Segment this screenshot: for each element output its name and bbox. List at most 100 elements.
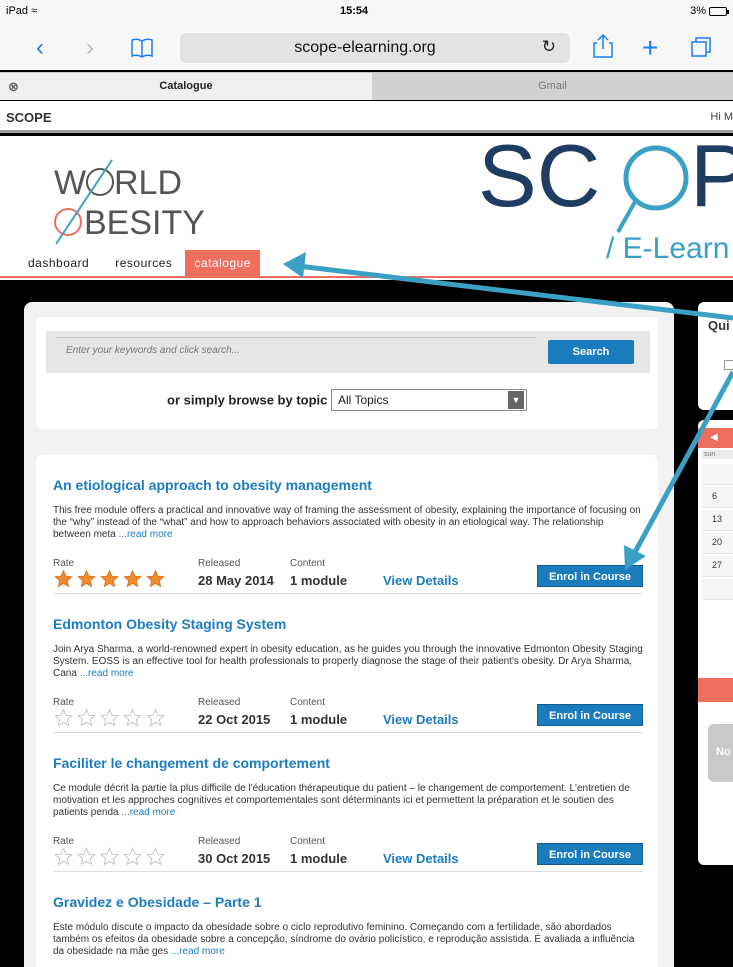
- reload-icon[interactable]: ↻: [542, 37, 556, 57]
- star-filled-icon[interactable]: [99, 569, 120, 589]
- star-empty-icon[interactable]: [122, 847, 143, 867]
- tab-gmail[interactable]: Gmail: [372, 73, 733, 100]
- enrol-button[interactable]: Enrol in Course: [537, 704, 643, 726]
- enrol-button[interactable]: Enrol in Course: [537, 843, 643, 865]
- scope-elearning-logo[interactable]: SC P / E-Learn: [478, 136, 733, 276]
- course-title[interactable]: Faciliter le changement de comportement: [53, 755, 330, 771]
- nav-catalogue[interactable]: catalogue: [185, 250, 260, 278]
- calendar-day[interactable]: 13: [702, 510, 733, 531]
- description-text: Este módulo discute o impacto da obesida…: [53, 922, 635, 957]
- content-value: 1 module: [290, 851, 348, 866]
- battery-icon: [709, 6, 729, 16]
- star-rating[interactable]: [53, 569, 166, 589]
- released-date: 28 May 2014: [198, 573, 274, 588]
- course-list: An etiological approach to obesity manag…: [36, 455, 658, 967]
- quick-links-title: Qui: [708, 318, 730, 333]
- notice-box: No: [708, 724, 733, 782]
- calendar-day-of-week: sun: [702, 450, 733, 459]
- browse-label: or simply browse by topic: [167, 392, 328, 408]
- logo-world-rest: RLD: [114, 164, 182, 202]
- forward-icon[interactable]: ›: [86, 34, 94, 62]
- enrol-button[interactable]: Enrol in Course: [537, 565, 643, 587]
- view-details-link[interactable]: View Details: [383, 573, 459, 588]
- star-empty-icon[interactable]: [76, 708, 97, 728]
- star-empty-icon[interactable]: [145, 847, 166, 867]
- logo-world-w: W: [54, 164, 86, 202]
- nav-dashboard[interactable]: dashboard: [0, 250, 102, 278]
- released-date: 30 Oct 2015: [198, 851, 271, 866]
- rate-label: Rate: [53, 697, 75, 708]
- rate-label: Rate: [53, 836, 75, 847]
- course-title[interactable]: Gravidez e Obesidade – Parte 1: [53, 894, 262, 910]
- course-item: An etiological approach to obesity manag…: [53, 455, 643, 594]
- calendar-prev-icon[interactable]: ◀: [710, 432, 718, 443]
- star-rating[interactable]: [53, 847, 166, 867]
- star-rating[interactable]: [53, 708, 166, 728]
- star-filled-icon[interactable]: [53, 569, 74, 589]
- star-empty-icon[interactable]: [53, 847, 74, 867]
- star-filled-icon[interactable]: [76, 569, 97, 589]
- calendar-day[interactable]: 27: [702, 556, 733, 577]
- star-empty-icon[interactable]: [145, 708, 166, 728]
- site-header: W RLD BESITY SC P / E-Learn dashboard re…: [0, 136, 733, 280]
- star-empty-icon[interactable]: [122, 708, 143, 728]
- content-value: 1 module: [290, 712, 348, 727]
- star-empty-icon[interactable]: [53, 708, 74, 728]
- calendar-day[interactable]: 6: [702, 487, 733, 508]
- battery: 3%: [690, 5, 729, 17]
- star-filled-icon[interactable]: [145, 569, 166, 589]
- nav-resources[interactable]: resources: [102, 250, 185, 278]
- star-empty-icon[interactable]: [99, 708, 120, 728]
- view-details-link[interactable]: View Details: [383, 712, 459, 727]
- quick-links-panel: Qui: [698, 302, 733, 410]
- tabs-icon[interactable]: [690, 35, 714, 59]
- world-obesity-logo[interactable]: W RLD BESITY: [54, 156, 204, 246]
- search-input[interactable]: [56, 337, 536, 363]
- bookmarks-icon[interactable]: [130, 37, 154, 59]
- calendar-day[interactable]: [702, 464, 733, 485]
- calendar-footer: [698, 678, 733, 702]
- address-bar[interactable]: scope-elearning.org ↻: [180, 33, 570, 63]
- course-title[interactable]: An etiological approach to obesity manag…: [53, 477, 372, 493]
- logo-elearning: / E-Learn: [606, 232, 729, 265]
- search-button[interactable]: Search: [548, 340, 634, 364]
- read-more-link[interactable]: ...read more: [171, 946, 225, 957]
- search-section: Search or simply browse by topic All Top…: [36, 317, 658, 429]
- browser-toolbar: ‹ › scope-elearning.org ↻ +: [0, 30, 733, 70]
- course-description: Ce module décrit la partie la plus diffi…: [53, 783, 643, 819]
- course-description: This free module offers a practical and …: [53, 505, 643, 541]
- tab-label: Gmail: [538, 80, 567, 92]
- read-more-link[interactable]: ...read more: [121, 807, 175, 818]
- site-brand[interactable]: SCOPE: [6, 110, 52, 125]
- read-more-link[interactable]: ...read more: [80, 668, 134, 679]
- catalogue-panel: Search or simply browse by topic All Top…: [24, 302, 674, 967]
- user-greeting[interactable]: Hi M: [710, 111, 733, 123]
- view-details-link[interactable]: View Details: [383, 851, 459, 866]
- topic-select[interactable]: All Topics ▼: [331, 389, 527, 411]
- back-icon[interactable]: ‹: [36, 34, 44, 62]
- share-icon[interactable]: [592, 33, 614, 59]
- content-area: Search or simply browse by topic All Top…: [0, 280, 733, 967]
- star-empty-icon[interactable]: [99, 847, 120, 867]
- dropdown-arrow-icon: ▼: [508, 391, 524, 409]
- topic-selected-value: All Topics: [338, 393, 389, 407]
- released-label: Released: [198, 836, 241, 847]
- browser-tabs: ⊗ Catalogue Gmail: [0, 72, 733, 100]
- clock: 15:54: [340, 5, 369, 17]
- close-tab-icon[interactable]: ⊗: [8, 73, 19, 100]
- star-filled-icon[interactable]: [122, 569, 143, 589]
- new-tab-icon[interactable]: +: [642, 34, 658, 62]
- calendar-day[interactable]: 20: [702, 533, 733, 554]
- status-bar: iPad ≈ 15:54 3%: [0, 0, 733, 30]
- course-title[interactable]: Edmonton Obesity Staging System: [53, 616, 286, 632]
- quick-link-icon[interactable]: [724, 360, 733, 370]
- tab-catalogue[interactable]: ⊗ Catalogue: [0, 73, 372, 100]
- content-label: Content: [290, 558, 326, 569]
- content-label: Content: [290, 697, 326, 708]
- star-empty-icon[interactable]: [76, 847, 97, 867]
- logo-scope-p: P: [690, 136, 733, 225]
- course-description: Join Arya Sharma, a world-renowned exper…: [53, 644, 643, 680]
- site-top-bar: SCOPE Hi M: [0, 101, 733, 133]
- read-more-link[interactable]: ...read more: [119, 529, 173, 540]
- calendar-day[interactable]: [702, 579, 733, 600]
